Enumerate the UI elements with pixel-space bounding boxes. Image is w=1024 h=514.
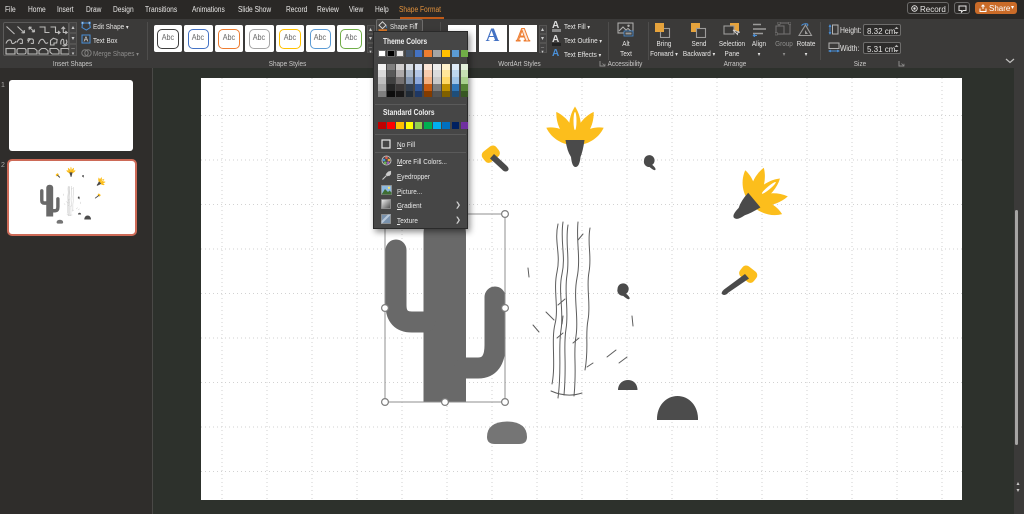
svg-text:A: A — [84, 37, 89, 44]
